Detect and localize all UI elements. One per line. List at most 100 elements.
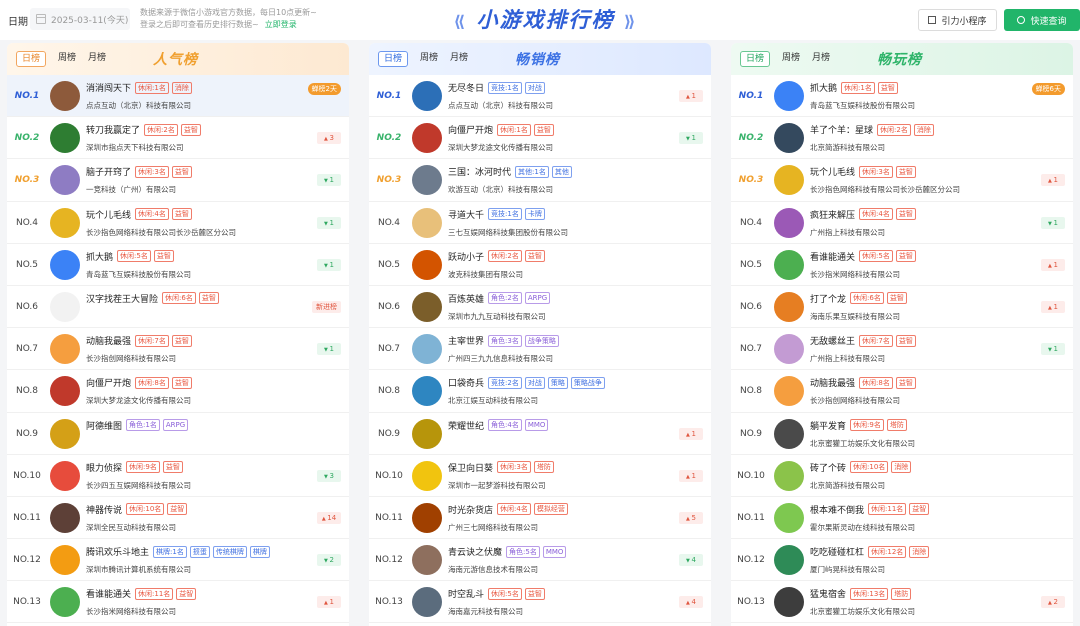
game-icon[interactable] <box>774 587 804 618</box>
game-icon[interactable] <box>50 587 80 618</box>
game-icon[interactable] <box>774 545 804 576</box>
game-row[interactable]: NO.3 玩个儿毛线 休闲:3名 益智 长沙指色网络科技有限公司长沙岳麓区分公司 ▲ 1 <box>731 159 1073 202</box>
game-icon[interactable] <box>50 545 80 576</box>
game-name[interactable]: 无尽冬日 <box>448 81 484 94</box>
game-name[interactable]: 眼力侦探 <box>86 461 122 474</box>
game-name[interactable]: 看谁能通关 <box>86 587 131 600</box>
game-row[interactable]: NO.8 动脑我最强 休闲:8名 益智 长沙指创网络科技有限公司 <box>731 370 1073 413</box>
game-row[interactable]: NO.7 主宰世界 角色:3名 战争策略 广州四三九九信息科技有限公司 <box>369 328 711 371</box>
game-name[interactable]: 百炼英雄 <box>448 292 484 305</box>
game-icon[interactable] <box>412 376 442 407</box>
game-icon[interactable] <box>774 249 804 280</box>
mini-program-button[interactable]: 引力小程序 <box>918 9 997 31</box>
game-icon[interactable] <box>774 165 804 196</box>
game-icon[interactable] <box>774 460 804 491</box>
game-icon[interactable] <box>412 334 442 365</box>
game-row[interactable]: NO.8 向僵尸开炮 休闲:8名 益智 深圳大梦龙途文化传播有限公司 <box>7 370 349 413</box>
game-name[interactable]: 汉字找茬王大冒险 <box>86 292 158 305</box>
game-icon[interactable] <box>50 123 80 154</box>
game-icon[interactable] <box>774 81 804 111</box>
game-name[interactable]: 砖了个砖 <box>810 461 846 474</box>
game-row[interactable]: NO.4 玩个儿毛线 休闲:4名 益智 长沙指色网络科技有限公司长沙岳麓区分公司 ▼ 1 <box>7 202 349 244</box>
game-row[interactable]: NO.10 保卫向日葵 休闲:3名 塔防 深圳市一起梦游科技有限公司 ▲ 1 <box>369 455 711 497</box>
game-icon[interactable] <box>50 460 80 491</box>
game-row[interactable]: NO.2 羊了个羊：星球 休闲:2名 消除 北京简游科技有限公司 <box>731 117 1073 160</box>
game-row[interactable]: NO.12 青云诀之伏魔 角色:5名 MMO 海南元游信息技术有限公司 ▼ 4 <box>369 539 711 582</box>
game-name[interactable]: 抓大鹅 <box>86 250 113 263</box>
date-picker[interactable]: 2025-03-11(今天) <box>30 8 130 30</box>
game-name[interactable]: 时空乱斗 <box>448 587 484 600</box>
quick-search-button[interactable]: 快速查询 <box>1004 9 1080 31</box>
game-row[interactable]: NO.7 无敌螺丝王 休闲:7名 益智 广州指上科技有限公司 ▼ 1 <box>731 328 1073 371</box>
game-name[interactable]: 三国：冰河时代 <box>448 165 511 178</box>
login-link[interactable]: 立即登录 <box>265 20 297 29</box>
game-icon[interactable] <box>412 545 442 576</box>
game-name[interactable]: 看谁能通关 <box>810 250 855 263</box>
game-icon[interactable] <box>774 376 804 407</box>
game-icon[interactable] <box>412 502 442 533</box>
game-row[interactable]: NO.9 荣耀世纪 角色:4名 MMO ▲ 1 <box>369 413 711 455</box>
tab-period[interactable]: 日榜 <box>740 51 771 67</box>
game-name[interactable]: 根本难不倒我 <box>810 503 864 516</box>
game-row[interactable]: NO.12 腾讯欢乐斗地主 棋牌:1名 掼蛋 传统棋牌 棋牌 深圳市腾讯计算机系统有限公司 ▼… <box>7 539 349 582</box>
game-row[interactable]: NO.13 时空乱斗 休闲:5名 益智 海南嘉元科技有限公司 ▲ 4 <box>369 581 711 624</box>
tab-period[interactable]: 周榜 <box>782 51 800 67</box>
game-icon[interactable] <box>412 460 442 491</box>
game-name[interactable]: 玩个儿毛线 <box>86 208 131 221</box>
game-name[interactable]: 青云诀之伏魔 <box>448 545 502 558</box>
game-icon[interactable] <box>774 291 804 322</box>
game-name[interactable]: 口袋奇兵 <box>448 376 484 389</box>
game-icon[interactable] <box>50 502 80 533</box>
game-row[interactable]: NO.2 转刀我赢定了 休闲:2名 益智 深圳市指点天下科技有限公司 ▲ 3 <box>7 117 349 160</box>
game-name[interactable]: 打了个龙 <box>810 292 846 305</box>
game-name[interactable]: 脑子开窍了 <box>86 165 131 178</box>
game-name[interactable]: 转刀我赢定了 <box>86 123 140 136</box>
tab-period[interactable]: 月榜 <box>450 51 468 67</box>
game-name[interactable]: 猛鬼宿舍 <box>810 587 846 600</box>
game-row[interactable]: NO.11 根本难不倒我 休闲:11名 益智 霍尔果斯灵动在线科技有限公司 <box>731 497 1073 540</box>
game-row[interactable]: NO.3 三国：冰河时代 其他:1名 其他 欢游互动（北京）科技有限公司 <box>369 159 711 202</box>
game-row[interactable]: NO.11 时光杂货店 休闲:4名 模拟经营 广州三七网络科技有限公司 ▲ 5 <box>369 497 711 540</box>
game-icon[interactable] <box>50 249 80 280</box>
game-name[interactable]: 抓大鹅 <box>810 81 837 94</box>
game-icon[interactable] <box>774 207 804 238</box>
game-icon[interactable] <box>50 81 80 111</box>
game-icon[interactable] <box>774 334 804 365</box>
game-name[interactable]: 保卫向日葵 <box>448 461 493 474</box>
game-row[interactable]: NO.5 抓大鹅 休闲:5名 益智 青岛蓝飞互娱科技股份有限公司 ▼ 1 <box>7 244 349 286</box>
game-name[interactable]: 无敌螺丝王 <box>810 334 855 347</box>
game-name[interactable]: 吃吃碰碰杠杠 <box>810 545 864 558</box>
game-icon[interactable] <box>50 418 80 449</box>
game-icon[interactable] <box>412 418 442 449</box>
game-row[interactable]: NO.7 动脑我最强 休闲:7名 益智 长沙指创网络科技有限公司 ▼ 1 <box>7 328 349 371</box>
game-name[interactable]: 腾讯欢乐斗地主 <box>86 545 149 558</box>
game-icon[interactable] <box>50 165 80 196</box>
game-name[interactable]: 躺平发育 <box>810 419 846 432</box>
game-icon[interactable] <box>412 123 442 154</box>
game-icon[interactable] <box>412 81 442 111</box>
game-icon[interactable] <box>774 123 804 154</box>
game-name[interactable]: 消消闯天下 <box>86 81 131 94</box>
game-name[interactable]: 玩个儿毛线 <box>810 165 855 178</box>
tab-period[interactable]: 月榜 <box>88 51 106 67</box>
game-icon[interactable] <box>774 418 804 449</box>
game-name[interactable]: 疯狂来解压 <box>810 208 855 221</box>
tab-period[interactable]: 日榜 <box>16 51 47 67</box>
tab-period[interactable]: 日榜 <box>378 51 409 67</box>
tab-period[interactable]: 周榜 <box>58 51 76 67</box>
game-icon[interactable] <box>412 587 442 618</box>
game-icon[interactable] <box>774 502 804 533</box>
game-row[interactable]: NO.6 汉字找茬王大冒险 休闲:6名 益智 新进榜 <box>7 286 349 329</box>
game-icon[interactable] <box>412 165 442 196</box>
game-name[interactable]: 向僵尸开炮 <box>448 123 493 136</box>
tab-period[interactable]: 周榜 <box>420 51 438 67</box>
game-icon[interactable] <box>412 207 442 238</box>
tab-period[interactable]: 月榜 <box>812 51 830 67</box>
game-row[interactable]: NO.10 眼力侦探 休闲:9名 益智 长沙四五互娱网络科技有限公司 ▼ 3 <box>7 455 349 497</box>
game-name[interactable]: 羊了个羊：星球 <box>810 123 873 136</box>
game-name[interactable]: 时光杂货店 <box>448 503 493 516</box>
game-row[interactable]: NO.6 打了个龙 休闲:6名 益智 海南乐果互娱科技有限公司 ▲ 1 <box>731 286 1073 329</box>
game-name[interactable]: 寻道大千 <box>448 208 484 221</box>
game-row[interactable]: NO.4 寻道大千 竞技:1名 卡牌 三七互娱网络科技集团股份有限公司 <box>369 202 711 244</box>
game-icon[interactable] <box>412 249 442 280</box>
